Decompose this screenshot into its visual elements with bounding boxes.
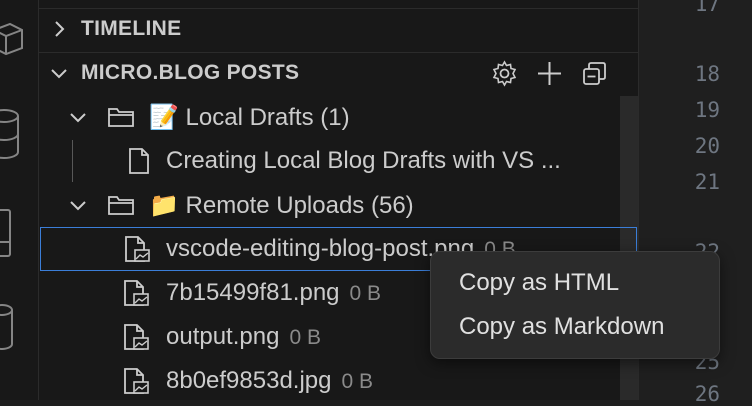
timeline-section-header[interactable]: TIMELINE [39,8,638,49]
image-file-icon [125,236,150,262]
image-file-icon [124,280,149,306]
file-name: output.png [166,323,280,350]
line-number: 19 [694,98,720,122]
line-number: 20 [694,134,720,158]
microblog-section-header[interactable]: MICRO.BLOG POSTS [39,52,638,93]
line-number: 18 [694,62,720,86]
collapse-all-icon[interactable] [581,60,608,87]
line-number: 26 [694,382,720,406]
file-icon [129,148,149,174]
tree-label: 📁 Remote Uploads (56) [149,191,414,219]
plus-icon[interactable] [536,60,563,87]
image-file-icon [124,324,149,350]
chevron-down-icon [70,113,86,123]
storage-icon[interactable] [0,300,38,360]
tree-item-draft[interactable]: Creating Local Blog Drafts with VS ... [39,139,619,183]
file-size: 0 B [349,282,382,305]
timeline-title: TIMELINE [81,17,182,40]
file-name: vscode-editing-blog-post.png [166,235,475,262]
file-size: 0 B [341,370,374,393]
gear-icon[interactable] [491,60,518,87]
line-number: 21 [694,170,720,194]
image-file-icon [124,368,149,394]
tree-folder-remote-uploads[interactable]: 📁 Remote Uploads (56) [39,183,619,227]
menu-item-copy-html[interactable]: Copy as HTML [459,269,619,297]
file-size: 0 B [289,326,321,349]
chevron-down-icon [51,69,67,79]
folder-icon [108,196,134,215]
extensions-icon[interactable] [0,18,38,58]
chevron-right-icon [55,21,65,37]
section-actions [491,60,608,87]
context-menu: Copy as HTML Copy as Markdown [430,251,720,359]
file-name: 8b0ef9853d.jpg [166,367,332,394]
panel-icon[interactable] [0,206,38,266]
chevron-down-icon [70,201,86,211]
microblog-title: MICRO.BLOG POSTS [81,61,300,84]
tree-item-upload[interactable]: 8b0ef9853d.jpg 0 B [39,359,619,400]
file-name: 7b15499f81.png [166,279,340,306]
tree-label: Creating Local Blog Drafts with VS ... [166,147,561,174]
database-icon[interactable] [0,106,38,166]
line-number: 17 [694,0,720,16]
tree-folder-local-drafts[interactable]: 📝 Local Drafts (1) [39,95,619,139]
folder-icon [108,108,134,127]
menu-item-copy-markdown[interactable]: Copy as Markdown [459,313,664,341]
tree-label: 📝 Local Drafts (1) [149,103,350,131]
activity-bar [0,0,39,400]
